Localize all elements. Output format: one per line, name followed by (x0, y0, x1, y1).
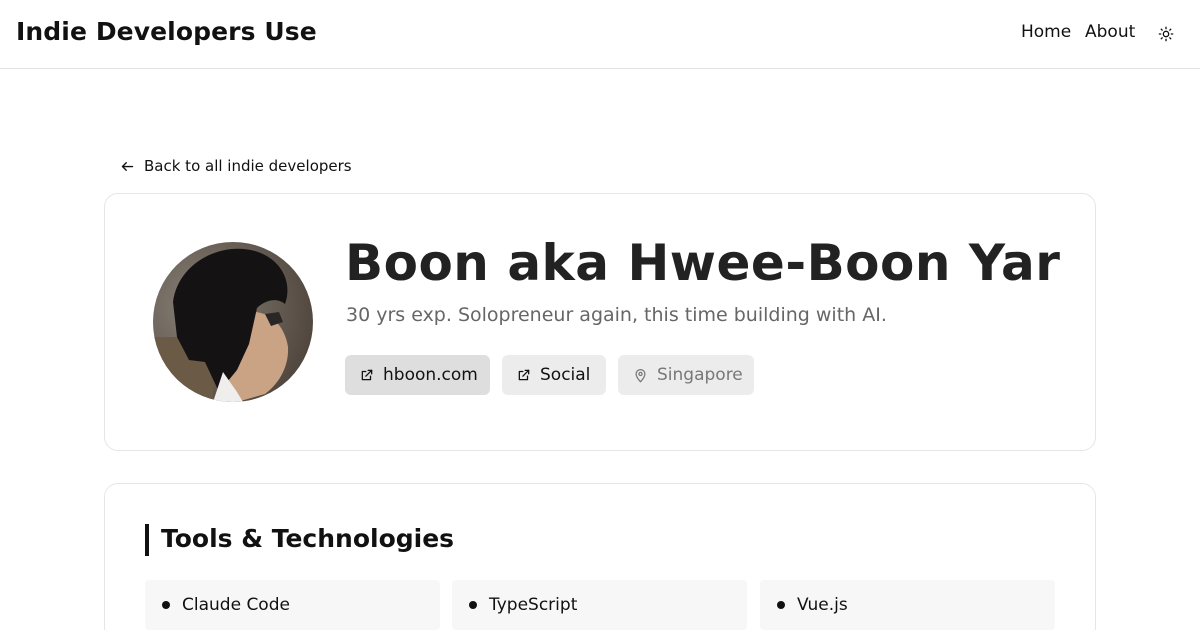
website-link-button[interactable]: hboon.com (345, 355, 490, 395)
map-pin-icon (635, 368, 646, 382)
external-link-icon (518, 369, 530, 381)
social-link-label: Social (540, 365, 591, 385)
avatar (153, 242, 313, 402)
tools-card: Tools & Technologies Claude Code TypeScr… (104, 483, 1096, 630)
nav-home-link[interactable]: Home (1021, 22, 1071, 42)
back-link-label: Back to all indie developers (144, 157, 352, 175)
tool-item: Vue.js (760, 580, 1055, 630)
profile-card: Boon aka Hwee-Boon Yar 30 yrs exp. Solop… (104, 193, 1096, 451)
bullet-icon (777, 601, 785, 609)
site-header: Indie Developers Use Home About (0, 0, 1200, 69)
tool-item-label: Claude Code (182, 595, 290, 615)
developer-tagline: 30 yrs exp. Solopreneur again, this time… (346, 304, 887, 326)
site-title[interactable]: Indie Developers Use (16, 17, 317, 46)
theme-toggle-button[interactable] (1154, 22, 1178, 46)
website-link-label: hboon.com (383, 365, 478, 385)
arrow-left-icon (121, 161, 134, 171)
tools-section-title: Tools & Technologies (161, 524, 455, 553)
section-accent-bar (145, 524, 149, 556)
tool-item: TypeScript (452, 580, 747, 630)
location-badge: Singapore (618, 355, 754, 395)
tool-item-label: TypeScript (489, 595, 578, 615)
back-link[interactable]: Back to all indie developers (120, 156, 352, 176)
developer-name: Boon aka Hwee-Boon Yar (345, 234, 1061, 292)
nav-about-link[interactable]: About (1085, 22, 1135, 42)
tool-item: Claude Code (145, 580, 440, 630)
sun-icon (1158, 26, 1174, 42)
bullet-icon (162, 601, 170, 609)
bullet-icon (469, 601, 477, 609)
tool-item-label: Vue.js (797, 595, 848, 615)
location-label: Singapore (657, 365, 743, 385)
social-link-button[interactable]: Social (502, 355, 606, 395)
external-link-icon (361, 369, 373, 381)
